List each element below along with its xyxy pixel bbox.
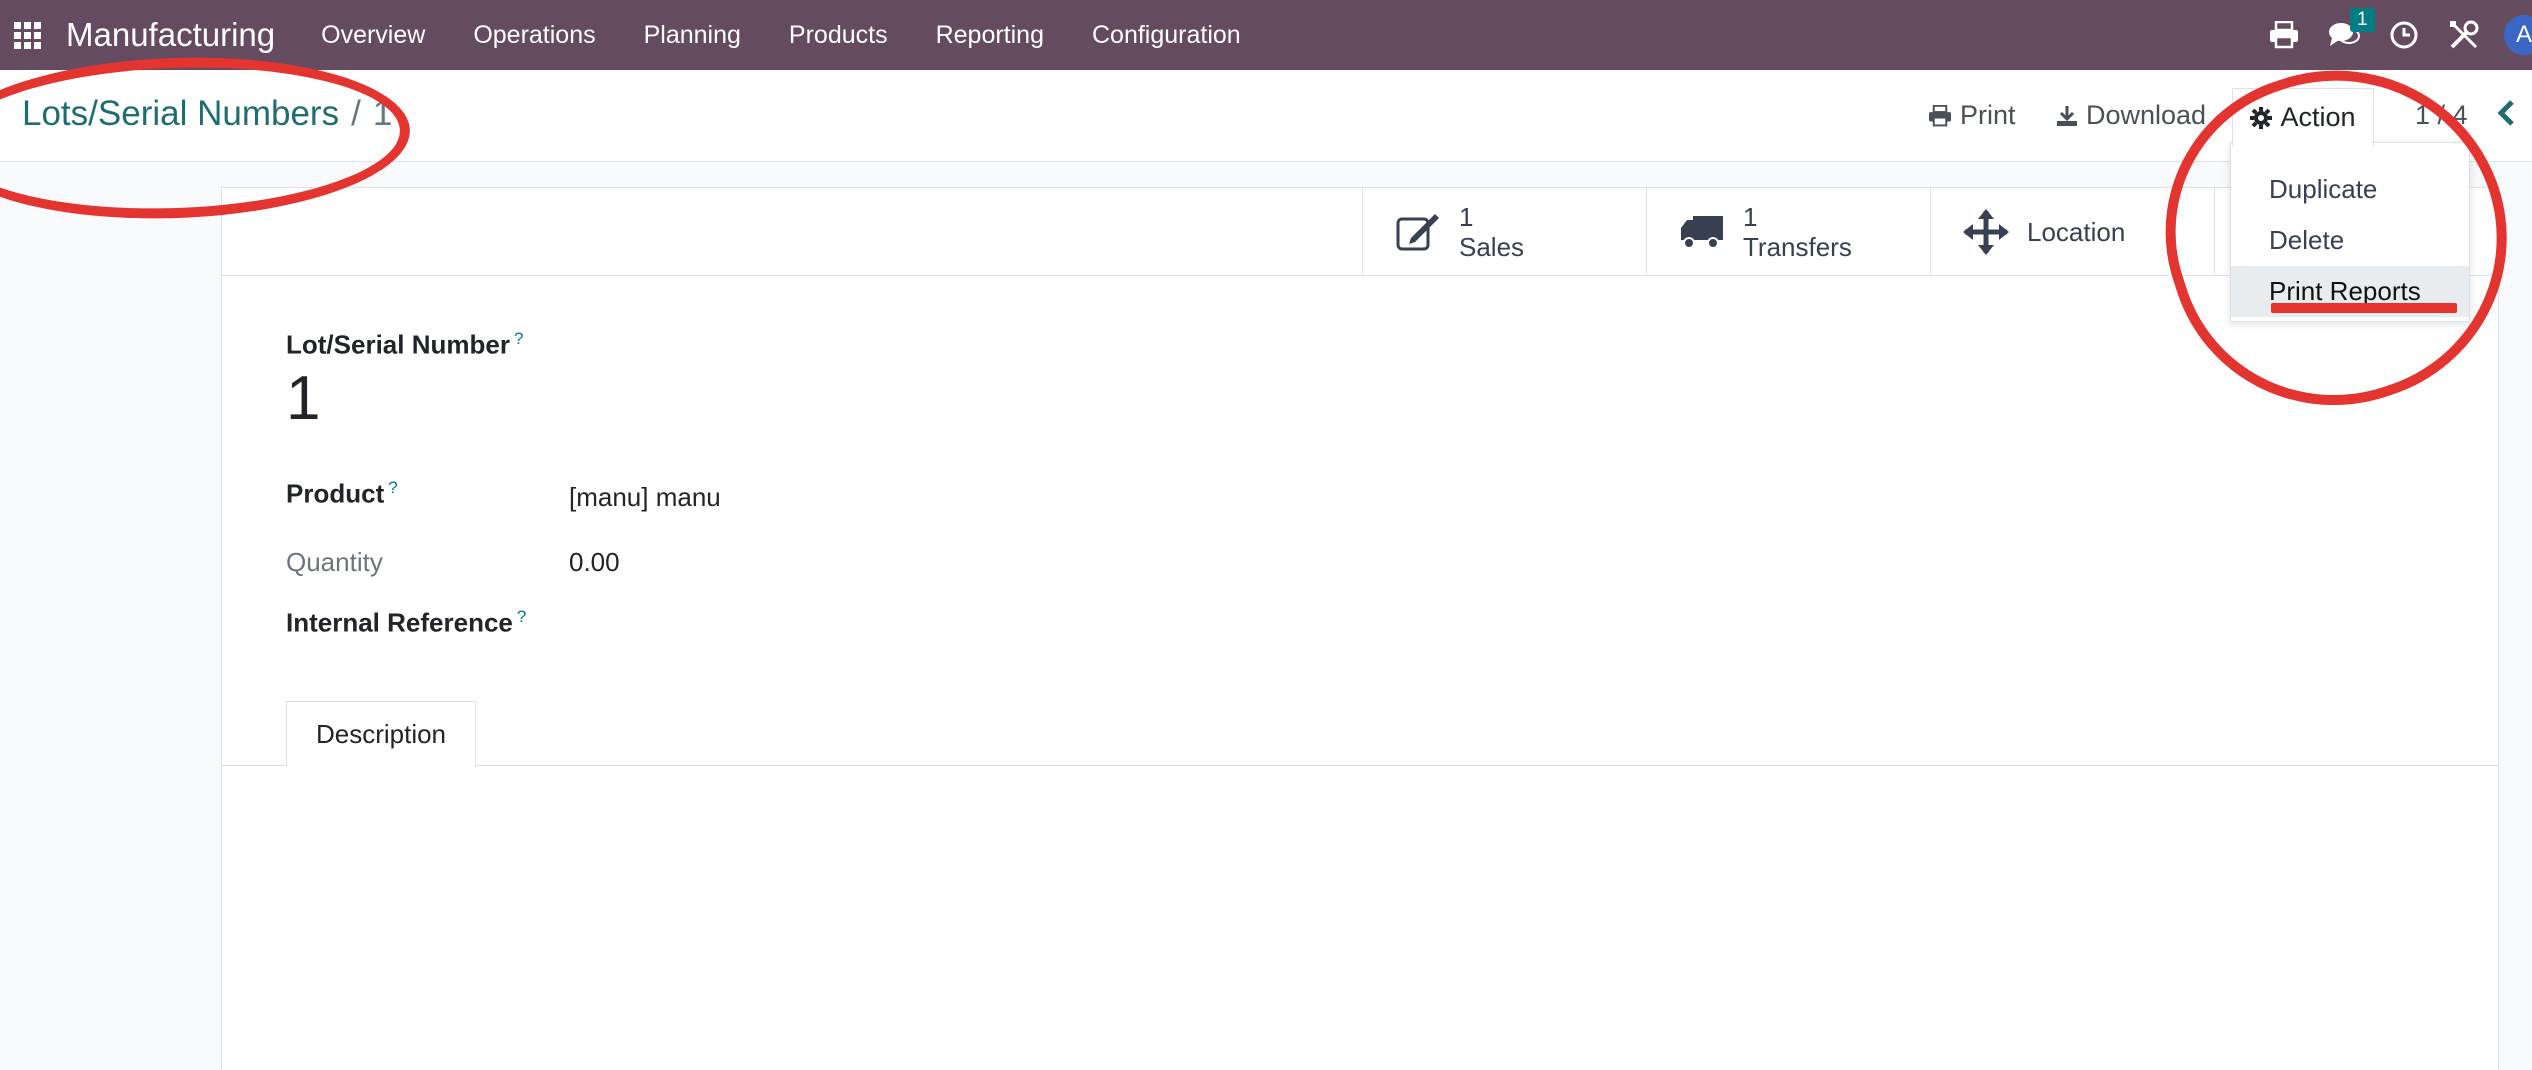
pager-value[interactable]: 1 / 4 — [2415, 100, 2468, 131]
menu-configuration[interactable]: Configuration — [1068, 0, 1265, 70]
sales-smart-button[interactable]: 1 Sales — [1362, 188, 1646, 276]
menu-item-delete[interactable]: Delete — [2231, 215, 2469, 266]
product-value[interactable]: [manu] manu — [569, 482, 721, 513]
print-label: Print — [1960, 100, 2016, 130]
help-icon[interactable]: ? — [517, 607, 526, 626]
sales-count: 1 — [1459, 202, 1474, 232]
annotation-underline — [2271, 303, 2457, 313]
breadcrumb-lots-link[interactable]: Lots/Serial Numbers — [22, 94, 339, 134]
form-sheet: 1 Sales 1 Transfers Location Lot/Serial … — [221, 187, 2499, 1070]
lot-serial-value[interactable]: 1 — [286, 363, 320, 434]
action-button[interactable]: Action — [2232, 88, 2374, 146]
menu-operations[interactable]: Operations — [449, 0, 619, 70]
help-icon[interactable]: ? — [388, 478, 397, 497]
action-dropdown-menu: Duplicate Delete Print Reports — [2230, 142, 2470, 322]
clock-icon[interactable] — [2374, 0, 2434, 70]
help-icon[interactable]: ? — [514, 329, 523, 348]
quantity-label: Quantity — [286, 547, 383, 577]
location-label: Location — [2027, 217, 2126, 247]
control-panel: Lots/Serial Numbers / 1 Print Download A… — [0, 70, 2532, 162]
arrows-icon — [1963, 209, 2009, 255]
apps-icon[interactable] — [0, 0, 54, 70]
breadcrumb: Lots/Serial Numbers / 1 — [22, 94, 392, 134]
print-icon — [1929, 104, 1951, 126]
location-smart-button[interactable]: Location — [1930, 188, 2214, 276]
smart-button-box: 1 Sales 1 Transfers Location — [222, 188, 2498, 276]
chat-badge: 1 — [2350, 8, 2375, 32]
transfers-count: 1 — [1743, 202, 1758, 232]
app-brand[interactable]: Manufacturing — [66, 16, 275, 54]
transfers-smart-button[interactable]: 1 Transfers — [1646, 188, 1930, 276]
lot-serial-label: Lot/Serial Number? — [286, 329, 524, 360]
quantity-value: 0.00 — [569, 547, 620, 577]
sales-label: Sales — [1459, 232, 1525, 262]
chat-icon[interactable]: 1 — [2314, 0, 2375, 70]
product-label: Product? — [286, 478, 398, 509]
chevron-left-icon — [2497, 100, 2514, 126]
tabs-divider — [222, 765, 2498, 766]
action-label: Action — [2280, 102, 2356, 132]
internal-reference-label: Internal Reference? — [286, 607, 527, 638]
tab-description[interactable]: Description — [286, 701, 476, 767]
menu-reporting[interactable]: Reporting — [912, 0, 1068, 70]
print-icon[interactable] — [2254, 0, 2314, 70]
menu-products[interactable]: Products — [765, 0, 912, 70]
pager-previous-button[interactable] — [2496, 98, 2516, 133]
menu-item-duplicate[interactable]: Duplicate — [2231, 164, 2469, 215]
breadcrumb-current: 1 — [372, 94, 393, 133]
download-button[interactable]: Download — [2056, 100, 2206, 131]
transfers-label: Transfers — [1743, 232, 1852, 262]
tools-icon[interactable] — [2434, 0, 2494, 70]
print-button[interactable]: Print — [1928, 100, 2016, 131]
edit-icon — [1396, 214, 1439, 251]
gear-icon — [2250, 106, 2273, 129]
top-navbar: Manufacturing Overview Operations Planni… — [0, 0, 2532, 70]
download-icon — [2057, 105, 2077, 126]
menu-overview[interactable]: Overview — [297, 0, 449, 70]
download-label: Download — [2086, 100, 2207, 130]
breadcrumb-separator: / — [351, 94, 361, 133]
user-avatar[interactable]: A — [2504, 15, 2532, 55]
menu-planning[interactable]: Planning — [620, 0, 765, 70]
truck-icon — [1681, 216, 1723, 249]
